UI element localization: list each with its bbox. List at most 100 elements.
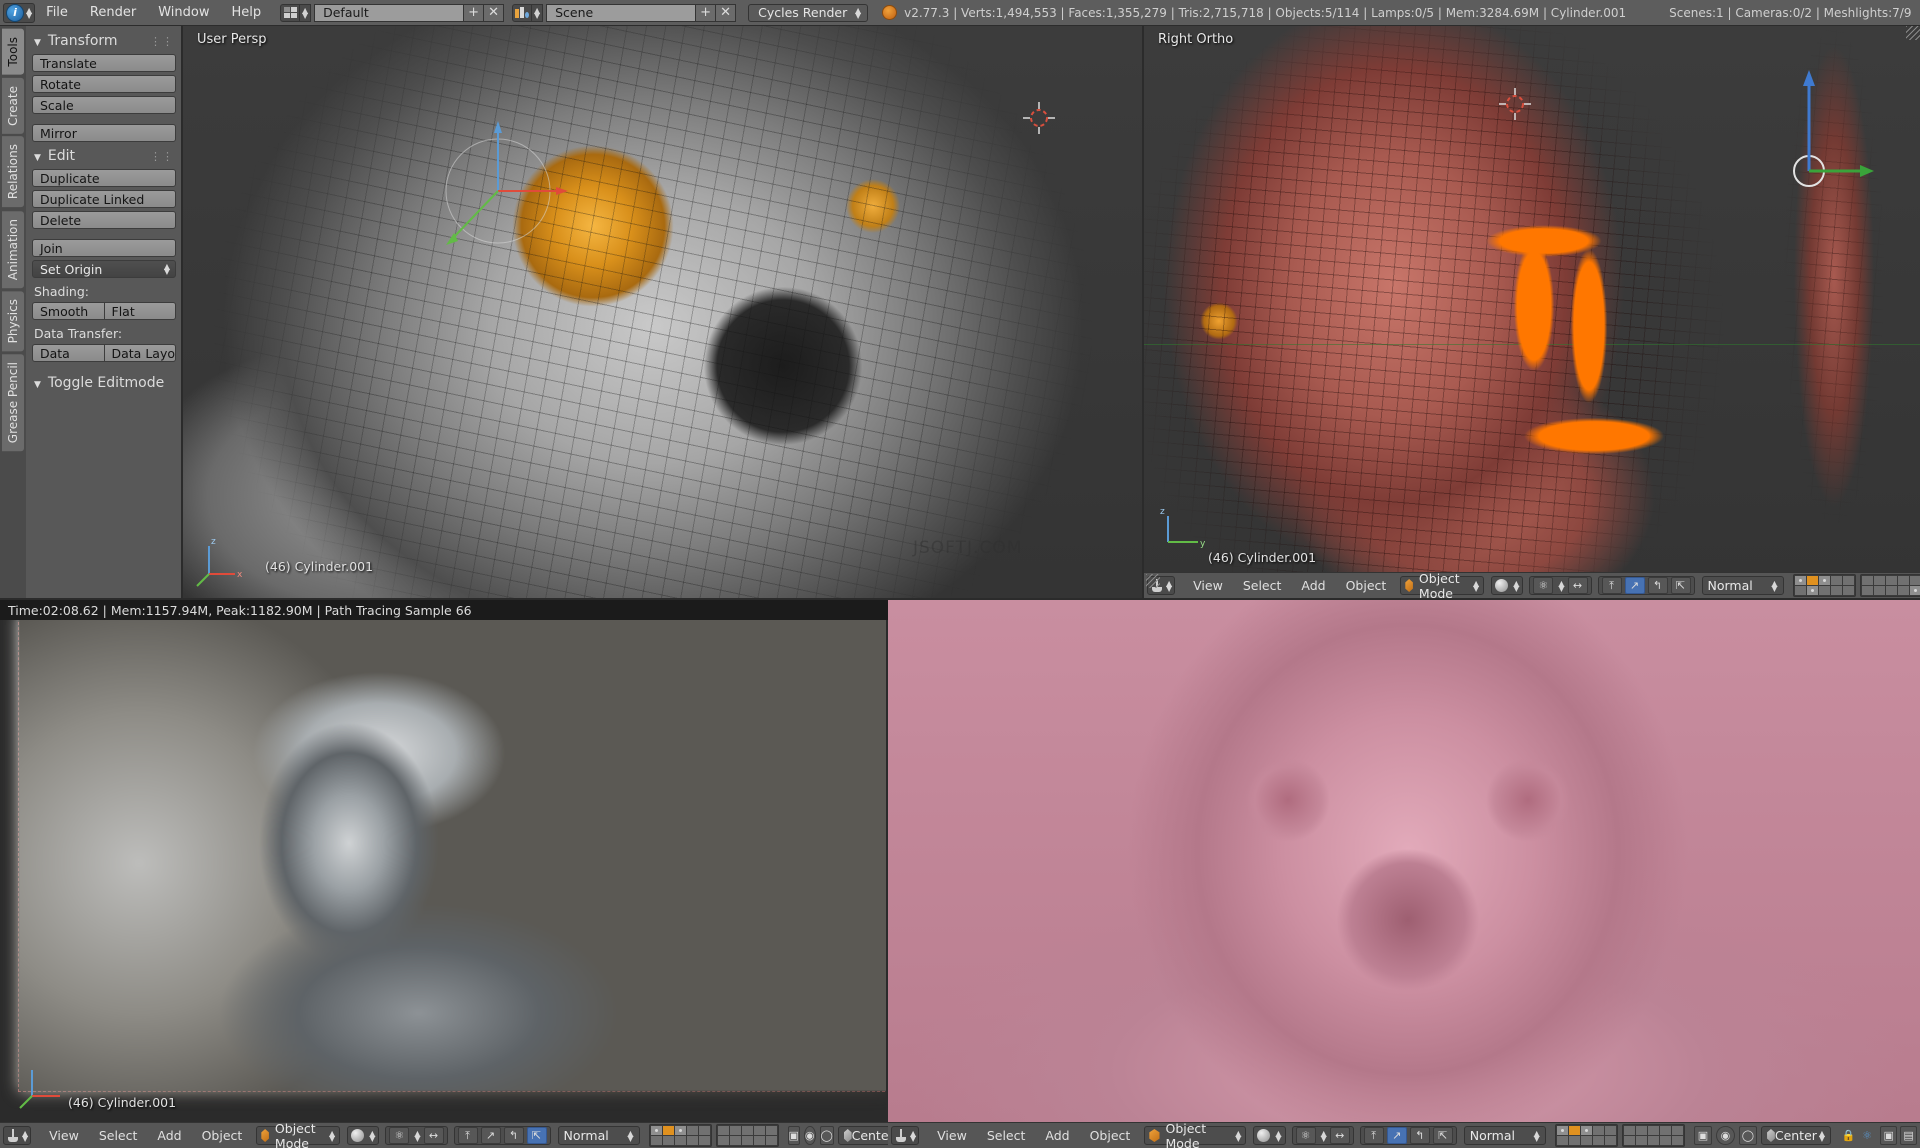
scale-manipulator-icon[interactable]: ⇱ bbox=[526, 1127, 547, 1144]
viewport-user-persp[interactable]: User Persp (46) Cylinder.001 JSOFTJ.COM … bbox=[183, 26, 1143, 598]
layer-block-2[interactable] bbox=[1621, 1124, 1685, 1147]
view3d-menu-select[interactable]: Select bbox=[1233, 573, 1292, 598]
layer-block-1[interactable] bbox=[648, 1124, 712, 1147]
area-corner-grip[interactable] bbox=[1146, 574, 1160, 588]
orbit-icon[interactable]: ⚛ bbox=[1859, 1126, 1875, 1145]
rotate-manipulator-icon[interactable]: ↰ bbox=[503, 1127, 524, 1144]
snap-target-icon[interactable]: ↔ bbox=[423, 1127, 444, 1144]
rotate-manipulator-icon[interactable]: ↰ bbox=[1409, 1127, 1430, 1144]
layer-block-1[interactable] bbox=[1554, 1124, 1618, 1147]
interaction-mode-selector[interactable]: Object Mode ▲ ▼ bbox=[1400, 573, 1485, 598]
toolshelf-divider[interactable] bbox=[181, 26, 183, 598]
layer-block-2[interactable] bbox=[715, 1124, 779, 1147]
camera-view-icon[interactable]: ▤ bbox=[1900, 1126, 1917, 1145]
manipulator-controls[interactable]: ⤒ ↗ ↰ ⇱ bbox=[453, 1126, 551, 1145]
transform-orientation-selector[interactable]: Normal ▲ ▼ bbox=[557, 1126, 640, 1145]
view3d-menu-object[interactable]: Object bbox=[1080, 1123, 1141, 1148]
interaction-mode-selector[interactable]: Object Mode ▲ ▼ bbox=[1144, 1123, 1247, 1148]
view3d-menu-add[interactable]: Add bbox=[1035, 1123, 1079, 1148]
rotate-manipulator-icon[interactable]: ↰ bbox=[1647, 577, 1668, 594]
data-transfer-button[interactable]: Data bbox=[32, 344, 105, 362]
interaction-mode-selector[interactable]: Object Mode ▲ ▼ bbox=[256, 1123, 341, 1148]
screen-layout-name[interactable]: Default bbox=[314, 3, 465, 22]
snap-controls[interactable]: ⚛ ▲ ▼ ↔ bbox=[1291, 1126, 1354, 1145]
viewport-clay-preview[interactable] bbox=[888, 600, 1920, 1122]
sidebar-item-animation[interactable]: Animation bbox=[2, 210, 24, 288]
screen-layout-selector[interactable]: ▲ ▼ Default + ✕ bbox=[280, 3, 505, 23]
view3d-menu-view[interactable]: View bbox=[39, 1123, 89, 1148]
menu-window[interactable]: Window bbox=[147, 0, 220, 26]
sidebar-item-grease-pencil[interactable]: Grease Pencil bbox=[2, 354, 24, 452]
duplicate-linked-button[interactable]: Duplicate Linked bbox=[32, 190, 176, 208]
proportional-edit-icon[interactable]: ◉ bbox=[803, 1126, 816, 1145]
snap-target-icon[interactable]: ↔ bbox=[1567, 577, 1588, 594]
manipulator-controls[interactable]: ⤒ ↗ ↰ ⇱ bbox=[1597, 576, 1695, 595]
mirror-button[interactable]: Mirror bbox=[32, 124, 176, 142]
viewport-shading-selector[interactable]: ▲ ▼ bbox=[1491, 576, 1524, 595]
scene-layers[interactable] bbox=[648, 1124, 779, 1147]
menu-render[interactable]: Render bbox=[79, 0, 147, 26]
viewport-shading-selector[interactable]: ▲ ▼ bbox=[347, 1126, 380, 1145]
layer-block-2[interactable] bbox=[1859, 574, 1920, 597]
sidebar-item-physics[interactable]: Physics bbox=[2, 290, 24, 352]
texture-paint-icon[interactable]: ◯ bbox=[1738, 1126, 1758, 1145]
delete-scene-button[interactable]: ✕ bbox=[716, 3, 737, 22]
sidebar-item-relations[interactable]: Relations bbox=[2, 136, 24, 208]
set-origin-dropdown[interactable]: Set Origin ▲ ▼ bbox=[32, 260, 176, 278]
shade-smooth-button[interactable]: Smooth bbox=[32, 302, 105, 320]
render-to-camera-icon[interactable]: ▣ bbox=[787, 1126, 800, 1145]
transform-orientation-selector[interactable]: Normal ▲ ▼ bbox=[1701, 576, 1784, 595]
magnet-icon[interactable]: ⚛ bbox=[389, 1127, 410, 1144]
lock-icon[interactable]: 🔒 bbox=[1841, 1126, 1856, 1145]
shade-flat-button[interactable]: Flat bbox=[104, 302, 176, 320]
translate-manipulator-icon[interactable]: ↗ bbox=[1386, 1127, 1407, 1144]
scene-chevron-icon[interactable]: ▲ ▼ bbox=[532, 3, 544, 22]
duplicate-button[interactable]: Duplicate bbox=[32, 169, 176, 187]
texture-paint-icon[interactable]: ◯ bbox=[819, 1126, 834, 1145]
blender-menu-button[interactable]: i ▲ ▼ bbox=[3, 2, 36, 23]
join-button[interactable]: Join bbox=[32, 239, 176, 257]
layer-block-1[interactable] bbox=[1792, 574, 1856, 597]
scale-manipulator-icon[interactable]: ⇱ bbox=[1432, 1127, 1453, 1144]
translate-manipulator-icon[interactable]: ↗ bbox=[1624, 577, 1645, 594]
menu-file[interactable]: File bbox=[35, 0, 79, 26]
data-layout-transfer-button[interactable]: Data Layo... bbox=[104, 344, 176, 362]
scale-manipulator-icon[interactable]: ⇱ bbox=[1670, 577, 1691, 594]
magnet-icon[interactable]: ⚛ bbox=[1295, 1127, 1316, 1144]
view3d-menu-view[interactable]: View bbox=[1183, 573, 1233, 598]
render-engine-selector[interactable]: Cycles Render ▲ ▼ bbox=[748, 3, 869, 22]
view3d-menu-select[interactable]: Select bbox=[977, 1123, 1036, 1148]
magnet-icon[interactable]: ⚛ bbox=[1533, 577, 1554, 594]
manipulator-controls[interactable]: ⤒ ↗ ↰ ⇱ bbox=[1359, 1126, 1457, 1145]
delete-button[interactable]: Delete bbox=[32, 211, 176, 229]
menu-help[interactable]: Help bbox=[220, 0, 272, 26]
view3d-menu-object[interactable]: Object bbox=[1336, 573, 1397, 598]
editor-type-3dview-icon[interactable]: ▲ ▼ bbox=[3, 1126, 32, 1145]
scene-layers[interactable] bbox=[1554, 1124, 1685, 1147]
viewport-render-result[interactable]: (46) Cylinder.001 bbox=[0, 600, 888, 1122]
translate-manipulator-icon[interactable] bbox=[1744, 66, 1874, 196]
sidebar-item-tools[interactable]: Tools bbox=[2, 29, 24, 75]
view3d-menu-object[interactable]: Object bbox=[192, 1123, 253, 1148]
render-to-camera-icon[interactable]: ▣ bbox=[1693, 1126, 1713, 1145]
translate-button[interactable]: Translate bbox=[32, 54, 176, 72]
manipulator-icon[interactable]: ⤒ bbox=[457, 1127, 478, 1144]
panel-drag-grip[interactable]: ⋮⋮ bbox=[150, 150, 174, 163]
editor-type-3dview-icon[interactable]: ▲ ▼ bbox=[891, 1126, 920, 1145]
translate-manipulator-icon[interactable]: ↗ bbox=[480, 1127, 501, 1144]
view3d-menu-add[interactable]: Add bbox=[147, 1123, 191, 1148]
panel-header-edit[interactable]: ▼ Edit ⋮⋮ bbox=[32, 145, 176, 169]
snap-controls[interactable]: ⚛ ▲ ▼ ↔ bbox=[385, 1126, 448, 1145]
transform-orientation-selector[interactable]: Normal ▲ ▼ bbox=[1463, 1126, 1546, 1145]
area-divider-vertical-top[interactable] bbox=[1142, 26, 1144, 598]
sidebar-item-create[interactable]: Create bbox=[2, 77, 24, 134]
snap-controls[interactable]: ⚛ ▲ ▼ ↔ bbox=[1529, 576, 1592, 595]
panel-header-transform[interactable]: ▼ Transform ⋮⋮ bbox=[32, 30, 176, 54]
scene-selector[interactable]: ▲ ▼ Scene + ✕ bbox=[512, 3, 737, 23]
translate-manipulator-icon[interactable] bbox=[428, 121, 568, 261]
manipulator-icon[interactable]: ⤒ bbox=[1601, 577, 1622, 594]
panel-drag-grip[interactable]: ⋮⋮ bbox=[150, 35, 174, 48]
scene-name[interactable]: Scene bbox=[546, 3, 697, 22]
rotate-button[interactable]: Rotate bbox=[32, 75, 176, 93]
pivot-point-selector[interactable]: Center ▲▼ bbox=[837, 1126, 888, 1145]
